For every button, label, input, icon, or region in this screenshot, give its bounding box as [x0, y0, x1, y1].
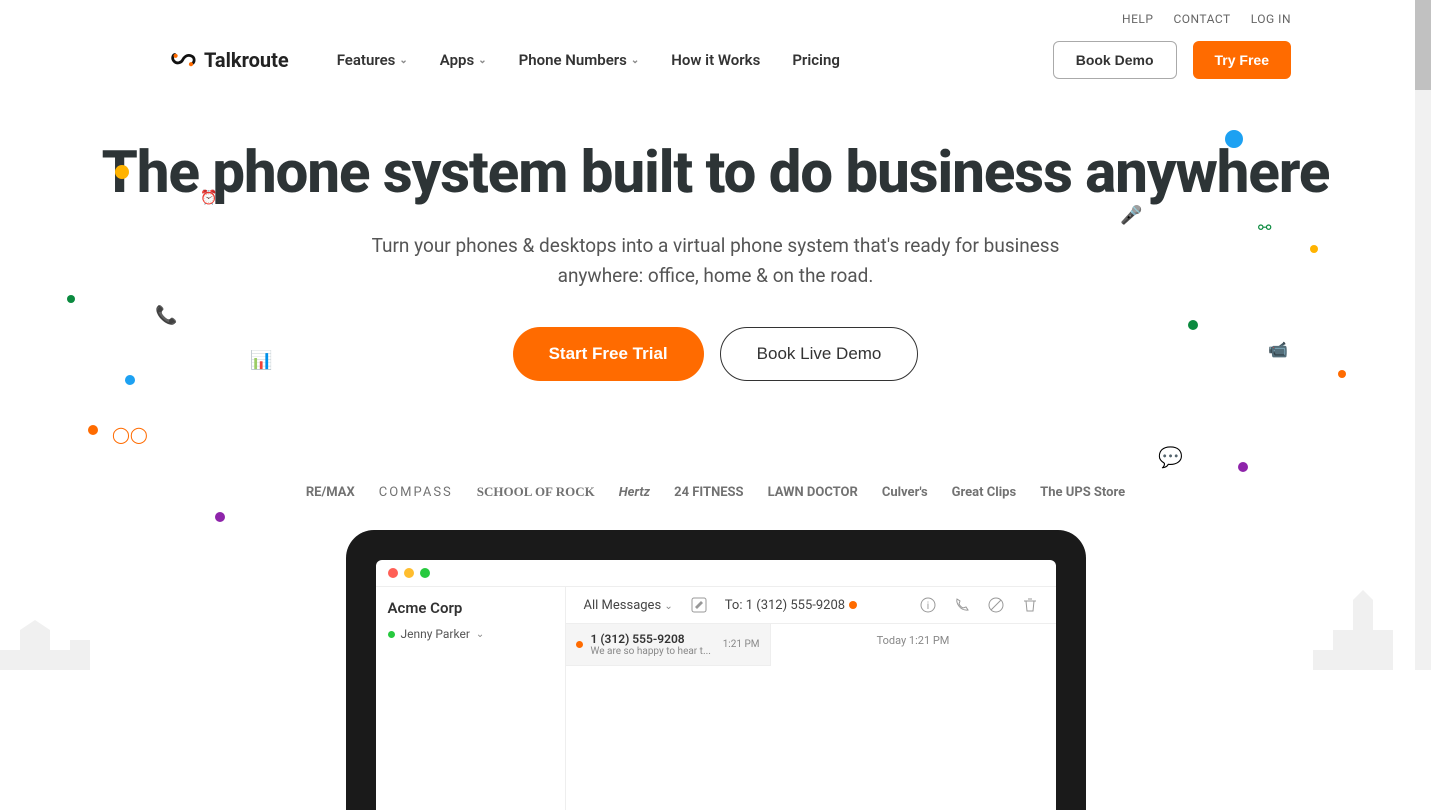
app-body: Acme Corp Jenny Parker ⌄ All Messages ⌄ … [376, 587, 1056, 810]
unread-dot-icon [576, 641, 583, 648]
decor-dot [88, 425, 98, 435]
filter-dropdown[interactable]: All Messages ⌄ [584, 598, 673, 613]
main-nav: Features⌄ Apps⌄ Phone Numbers⌄ How it Wo… [337, 51, 840, 69]
hero-headline: The phone system built to do business an… [20, 140, 1411, 207]
header-actions: Book Demo Try Free [1053, 41, 1291, 79]
clock-icon: ⏰ [200, 190, 217, 206]
phone-icon: 📞 [155, 305, 177, 326]
thread-pane: Today 1:21 PM [771, 624, 1056, 666]
logo-lawndoctor: LAWN DOCTOR [768, 485, 858, 500]
chart-icon: 📊 [250, 350, 272, 371]
skyline-right-icon [1313, 590, 1413, 670]
start-free-trial-button[interactable]: Start Free Trial [513, 327, 704, 381]
thread-timestamp: Today 1:21 PM [877, 634, 950, 647]
chevron-down-icon: ⌄ [478, 55, 486, 66]
chevron-down-icon: ⌄ [631, 55, 639, 66]
message-number: 1 (312) 555-9208 [591, 632, 715, 646]
decor-dot [1238, 462, 1248, 472]
scrollbar-thumb[interactable] [1415, 0, 1431, 90]
logo-remax: RE/MAX [306, 485, 355, 500]
decor-dot [1225, 130, 1243, 148]
nav-apps[interactable]: Apps⌄ [440, 51, 487, 69]
chevron-down-icon: ⌄ [664, 601, 672, 612]
minimize-dot-icon [404, 568, 414, 578]
hero-subtext: Turn your phones & desktops into a virtu… [366, 231, 1066, 292]
chat-icon: 💬 [1158, 445, 1183, 469]
message-preview: We are so happy to hear t... [591, 646, 715, 657]
logo-upsstore: The UPS Store [1040, 485, 1125, 500]
message-list-item[interactable]: 1 (312) 555-9208 We are so happy to hear… [566, 624, 771, 666]
video-icon: 📹 [1268, 340, 1288, 359]
workspace-name: Acme Corp [388, 599, 553, 617]
logo-hertz: Hertz [619, 485, 650, 500]
page-scrollbar[interactable] [1415, 0, 1431, 670]
logo-24fitness: 24 FITNESS [674, 485, 743, 500]
close-dot-icon [388, 568, 398, 578]
message-row: 1 (312) 555-9208 We are so happy to hear… [566, 624, 1056, 666]
book-live-demo-button[interactable]: Book Live Demo [720, 327, 919, 381]
logo-schoolofrock: SCHOOL OF ROCK [477, 484, 595, 500]
hero-actions: Start Free Trial Book Live Demo [20, 327, 1411, 381]
app-sidebar: Acme Corp Jenny Parker ⌄ [376, 587, 566, 810]
logo-compass: COMPASS [379, 485, 453, 500]
book-demo-button[interactable]: Book Demo [1053, 41, 1177, 79]
hero-section: The phone system built to do business an… [0, 140, 1431, 381]
top-utility-links: HELP CONTACT LOG IN [1122, 12, 1291, 26]
presence-dot-icon [388, 631, 395, 638]
main-pane: All Messages ⌄ To: 1 (312) 555-9208 i 1 … [566, 587, 1056, 810]
decor-dot [1188, 320, 1198, 330]
try-free-button[interactable]: Try Free [1193, 41, 1291, 79]
login-link[interactable]: LOG IN [1251, 12, 1291, 26]
nav-how-it-works[interactable]: How it Works [671, 51, 760, 69]
svg-text:i: i [926, 601, 928, 612]
mic-icon: 🎤 [1120, 205, 1142, 226]
block-icon[interactable] [988, 597, 1004, 613]
brand-logo[interactable]: Talkroute [170, 48, 289, 72]
compose-icon[interactable] [691, 597, 707, 613]
nav-phone-numbers[interactable]: Phone Numbers⌄ [519, 51, 640, 69]
decor-dot [1310, 245, 1318, 253]
chevron-down-icon: ⌄ [399, 55, 407, 66]
nav-pricing[interactable]: Pricing [792, 51, 840, 69]
info-icon[interactable]: i [920, 597, 936, 613]
chevron-down-icon: ⌄ [476, 629, 484, 640]
phone-icon[interactable] [954, 597, 970, 613]
current-user[interactable]: Jenny Parker ⌄ [388, 627, 553, 641]
client-logos: RE/MAX COMPASS SCHOOL OF ROCK Hertz 24 F… [306, 484, 1125, 500]
decor-dot [115, 165, 129, 179]
talkroute-logo-icon [170, 50, 198, 70]
skyline-left-icon [0, 610, 160, 670]
messages-toolbar: All Messages ⌄ To: 1 (312) 555-9208 i [566, 587, 1056, 624]
status-dot-icon [849, 601, 857, 609]
maximize-dot-icon [420, 568, 430, 578]
voicemail-icon: ◯◯ [112, 425, 148, 444]
device-mockup: Acme Corp Jenny Parker ⌄ All Messages ⌄ … [346, 530, 1086, 810]
contact-link[interactable]: CONTACT [1173, 12, 1230, 26]
main-header: Talkroute Features⌄ Apps⌄ Phone Numbers⌄… [170, 40, 1291, 80]
decor-dot [215, 512, 225, 522]
decor-dot [125, 375, 135, 385]
logo-culvers: Culver's [882, 485, 928, 500]
org-icon: ⚯ [1258, 218, 1271, 237]
to-field: To: 1 (312) 555-9208 [725, 598, 857, 613]
nav-features[interactable]: Features⌄ [337, 51, 408, 69]
message-time: 1:21 PM [723, 639, 760, 650]
decor-dot [67, 295, 75, 303]
app-screen: Acme Corp Jenny Parker ⌄ All Messages ⌄ … [376, 560, 1056, 810]
window-controls [376, 560, 1056, 587]
logo-greatclips: Great Clips [952, 485, 1017, 500]
decor-dot [1338, 370, 1346, 378]
help-link[interactable]: HELP [1122, 12, 1153, 26]
trash-icon[interactable] [1022, 597, 1038, 613]
brand-name: Talkroute [204, 48, 289, 72]
